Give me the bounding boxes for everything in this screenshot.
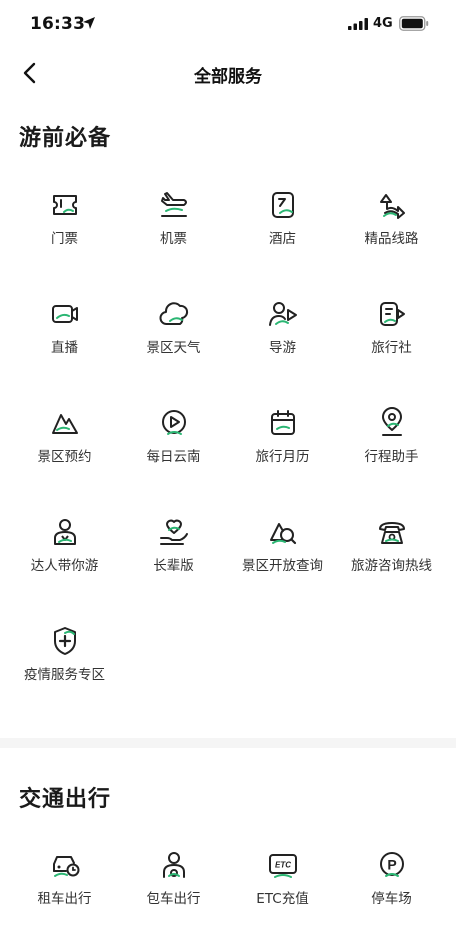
service-grid-pretrip: 门票 机票 酒店 精品线路 直播 景区天气 导游 旅行社 景区预约 每日云南 旅…	[10, 175, 446, 720]
service-label: 直播	[51, 340, 78, 356]
service-itinerary[interactable]: 行程助手	[337, 393, 446, 502]
service-label: 行程助手	[364, 449, 419, 465]
shield-plus-icon	[53, 627, 76, 655]
location-arrow-icon	[83, 17, 95, 29]
signal-icon	[348, 18, 368, 30]
service-label: 导游	[269, 340, 296, 356]
service-label: ETC充值	[256, 891, 309, 907]
service-hotel[interactable]: 酒店	[228, 175, 337, 284]
service-label: 停车场	[371, 891, 412, 907]
etc-icon-text: ETC	[275, 861, 291, 870]
weather-icon	[159, 302, 188, 325]
live-camera-icon	[51, 305, 78, 323]
parking-icon-text: P	[387, 857, 396, 873]
service-label: 景区预约	[37, 449, 92, 465]
hotel-icon	[271, 192, 294, 218]
service-open-query[interactable]: 景区开放查询	[228, 502, 337, 611]
service-charter[interactable]: 包车出行	[119, 835, 228, 944]
page-title: 全部服务	[194, 67, 262, 87]
car-rental-icon	[52, 856, 79, 877]
service-label: 长辈版	[153, 558, 194, 574]
service-live[interactable]: 直播	[10, 284, 119, 393]
service-label: 达人带你游	[30, 558, 99, 574]
airplane-icon	[160, 192, 187, 217]
service-expert-tour[interactable]: 达人带你游	[10, 502, 119, 611]
etc-icon: ETC	[268, 854, 297, 878]
nav-bar: 全部服务	[0, 50, 456, 96]
guide-icon	[268, 302, 297, 326]
service-grid-transport: 租车出行 包车出行 ETC ETC充值 P 停车场	[10, 835, 446, 944]
service-label: 精品线路	[364, 231, 419, 247]
service-ticket[interactable]: 门票	[10, 175, 119, 284]
agency-icon	[379, 302, 405, 326]
service-route[interactable]: 精品线路	[337, 175, 446, 284]
section-divider	[0, 738, 456, 748]
section-title-pretrip: 游前必备	[19, 126, 112, 151]
heart-hand-icon	[159, 519, 188, 545]
section-title-transport: 交通出行	[19, 787, 112, 812]
service-daily-yunnan[interactable]: 每日云南	[119, 393, 228, 502]
status-bar: 16:33 4G	[0, 0, 456, 48]
service-elder-mode[interactable]: 长辈版	[119, 502, 228, 611]
service-calendar[interactable]: 旅行月历	[228, 393, 337, 502]
expert-icon	[53, 519, 76, 545]
service-weather[interactable]: 景区天气	[119, 284, 228, 393]
status-time: 16:33	[30, 14, 86, 34]
driver-icon	[162, 852, 185, 878]
service-car-rental[interactable]: 租车出行	[10, 835, 119, 944]
service-epidemic[interactable]: 疫情服务专区	[10, 611, 119, 720]
service-label: 旅行月历	[255, 449, 310, 465]
network-type: 4G	[373, 16, 393, 31]
phone-icon	[378, 522, 405, 544]
service-label: 景区天气	[146, 340, 201, 356]
mountain-icon	[51, 414, 78, 434]
service-label: 疫情服务专区	[24, 667, 105, 683]
service-parking[interactable]: P 停车场	[337, 835, 446, 944]
service-label: 机票	[160, 231, 187, 247]
service-label: 租车出行	[37, 891, 92, 907]
search-mountain-icon	[269, 523, 296, 545]
service-label: 酒店	[269, 231, 296, 247]
service-hotline[interactable]: 旅游咨询热线	[337, 502, 446, 611]
service-guide[interactable]: 导游	[228, 284, 337, 393]
play-icon	[161, 410, 186, 435]
service-agency[interactable]: 旅行社	[337, 284, 446, 393]
calendar-icon	[270, 410, 295, 435]
service-label: 旅行社	[371, 340, 412, 356]
parking-icon: P	[379, 852, 404, 877]
battery-icon	[399, 16, 429, 31]
service-label: 门票	[51, 231, 78, 247]
location-pin-icon	[381, 407, 402, 436]
service-label: 旅游咨询热线	[351, 558, 432, 574]
service-etc[interactable]: ETC ETC充值	[228, 835, 337, 944]
service-label: 景区开放查询	[242, 558, 323, 574]
service-label: 包车出行	[146, 891, 201, 907]
service-label: 每日云南	[146, 449, 201, 465]
service-flight[interactable]: 机票	[119, 175, 228, 284]
route-icon	[379, 194, 405, 219]
ticket-icon	[52, 195, 77, 215]
service-reservation[interactable]: 景区预约	[10, 393, 119, 502]
